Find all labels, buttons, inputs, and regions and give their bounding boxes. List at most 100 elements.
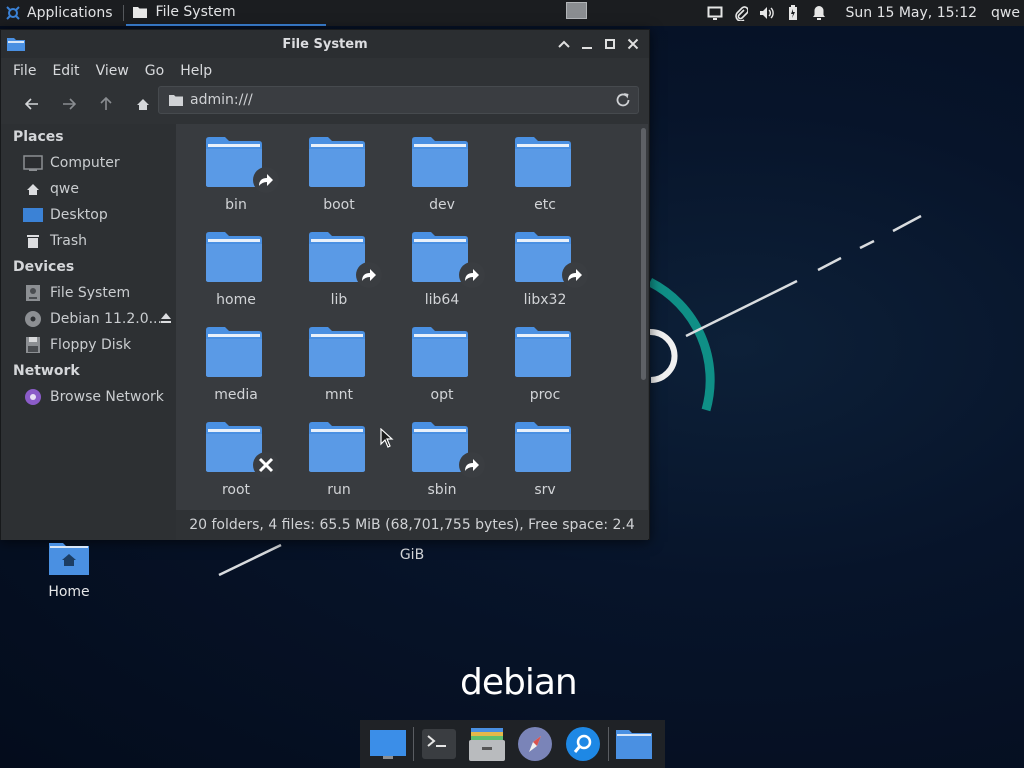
home-icon [22, 179, 44, 199]
drive-icon [22, 283, 44, 303]
sidebar-header-places: Places [13, 129, 64, 145]
terminal-button[interactable] [415, 722, 463, 766]
workspace-switcher[interactable] [566, 2, 587, 19]
folder-icon [514, 421, 572, 477]
folder-label: lib [330, 292, 348, 308]
folder-item[interactable]: srv [490, 409, 590, 504]
computer-icon [22, 153, 44, 173]
desktop-home-icon[interactable]: Home [36, 540, 102, 600]
sidebar-item-label: Computer [50, 155, 120, 171]
volume-icon[interactable] [754, 6, 780, 20]
applications-menu-button[interactable]: Applications [0, 0, 121, 26]
maximize-icon [604, 38, 615, 49]
menu-edit[interactable]: Edit [44, 63, 87, 79]
folder-item[interactable]: media [181, 314, 281, 409]
eject-icon[interactable] [160, 312, 172, 324]
taskbar-window-button[interactable]: File System [125, 0, 326, 26]
minimize-icon [581, 46, 592, 49]
web-browser-button[interactable] [511, 722, 559, 766]
terminal-icon [422, 729, 456, 759]
folder-item[interactable]: libx32 [490, 219, 590, 314]
folder-item[interactable]: lib [284, 219, 384, 314]
menu-file[interactable]: File [5, 63, 44, 79]
folder-icon [308, 326, 366, 382]
maximize-button[interactable] [601, 35, 618, 52]
file-view[interactable]: bin boot dev etc home lib lib64 libx32 media mnt o… [176, 124, 648, 510]
bell-icon[interactable] [806, 5, 832, 21]
menu-help[interactable]: Help [172, 63, 220, 79]
window-titlebar[interactable]: File System [1, 30, 649, 58]
menu-view[interactable]: View [88, 63, 137, 79]
folder-icon [514, 326, 572, 382]
home-button[interactable] [124, 89, 161, 119]
sidebar-item-file-system[interactable]: File System [1, 280, 176, 306]
taskbar-window-title: File System [155, 4, 236, 20]
sidebar-item-label: Trash [50, 233, 87, 249]
folder-button[interactable] [610, 722, 658, 766]
minimize-button[interactable] [578, 35, 595, 52]
close-icon [627, 38, 638, 49]
folder-label: bin [225, 197, 247, 213]
folder-item[interactable]: boot [284, 124, 384, 219]
arrow-up-icon [99, 97, 112, 110]
location-bar[interactable]: admin:/// [158, 86, 639, 114]
close-button[interactable] [624, 35, 641, 52]
sidebar-item-qwe[interactable]: qwe [1, 176, 176, 202]
refresh-icon[interactable] [614, 91, 632, 109]
folder-item[interactable]: opt [387, 314, 487, 409]
folder-item[interactable]: lib64 [387, 219, 487, 314]
battery-icon[interactable] [780, 5, 806, 21]
back-button[interactable] [13, 89, 50, 119]
sidebar-item-label: Floppy Disk [50, 337, 132, 353]
folder-icon [514, 136, 572, 192]
folder-icon [169, 95, 183, 106]
file-manager-button[interactable] [463, 722, 511, 766]
folder-label: mnt [325, 387, 353, 403]
display-icon[interactable] [702, 6, 728, 20]
app-finder-icon [566, 727, 600, 761]
paperclip-icon[interactable] [728, 5, 754, 21]
folder-item[interactable]: etc [490, 124, 590, 219]
sidebar-item-desktop[interactable]: Desktop [1, 202, 176, 228]
file-manager-icon [469, 728, 505, 761]
folder-icon [411, 326, 469, 382]
folder-item[interactable]: mnt [284, 314, 384, 409]
sidebar-header-devices: Devices [13, 259, 75, 275]
symlink-emblem-icon [253, 167, 279, 193]
folder-item[interactable]: dev [387, 124, 487, 219]
folder-item[interactable]: home [181, 219, 281, 314]
home-folder-icon [49, 543, 89, 575]
sidebar-item-computer[interactable]: Computer [1, 150, 176, 176]
folder-item[interactable]: run [284, 409, 384, 504]
up-button[interactable] [87, 89, 124, 119]
user-name[interactable]: qwe [991, 5, 1020, 21]
clock[interactable]: Sun 15 May, 15:12 [846, 5, 978, 21]
sidebar-item-floppy[interactable]: Floppy Disk [1, 332, 176, 358]
desktop-icon [370, 730, 406, 759]
folder-item[interactable]: proc [490, 314, 590, 409]
folder-label: boot [323, 197, 355, 213]
menu-go[interactable]: Go [137, 63, 172, 79]
folder-item[interactable]: bin [181, 124, 281, 219]
app-finder-button[interactable] [559, 722, 607, 766]
sidebar-item-browse-network[interactable]: Browse Network [1, 384, 176, 410]
chevron-up-icon [557, 40, 570, 48]
symlink-emblem-icon [459, 262, 485, 288]
sidebar-header-network: Network [13, 363, 80, 379]
arrow-right-icon [62, 98, 76, 110]
home-icon [136, 98, 149, 110]
show-desktop-button[interactable] [364, 722, 412, 766]
folder-item[interactable]: root [181, 409, 281, 504]
floppy-disk-icon [22, 335, 44, 355]
trash-icon [22, 231, 44, 251]
window-title: File System [282, 36, 368, 52]
forward-button[interactable] [50, 89, 87, 119]
arrow-left-icon [24, 98, 38, 110]
sidebar-item-trash[interactable]: Trash [1, 228, 176, 254]
symlink-emblem-icon [356, 262, 382, 288]
folder-item[interactable]: sbin [387, 409, 487, 504]
sidebar-item-debian-disc[interactable]: Debian 11.2.0... [1, 306, 176, 332]
sidebar-item-label: File System [50, 285, 131, 301]
vertical-scrollbar[interactable] [641, 128, 646, 380]
window-shade-button[interactable] [555, 35, 572, 52]
